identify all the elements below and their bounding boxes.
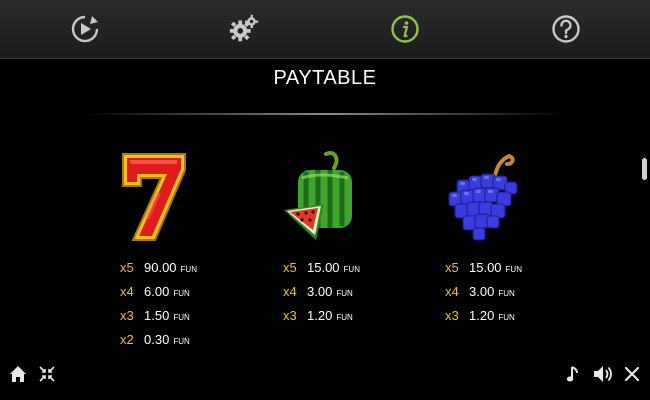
pay-row: x3 1.20 FUN [445,308,522,332]
currency: FUN [336,313,353,322]
pay-row: x5 15.00 FUN [283,260,360,284]
info-icon [391,15,419,43]
multiplier: x3 [283,308,297,323]
sound-button[interactable] [592,364,614,384]
page-title: PAYTABLE [273,67,377,89]
currency: FUN [343,265,360,274]
grapes-paylist: x5 15.00 FUN x4 3.00 FUN x3 1.20 FUN [445,260,522,332]
payout-amount: 1.50 [144,308,170,323]
currency: FUN [173,337,190,346]
collapse-button[interactable] [37,364,57,384]
multiplier: x4 [445,284,459,299]
currency: FUN [498,313,515,322]
collapse-icon [39,366,55,382]
autoplay-button[interactable] [69,13,101,45]
currency: FUN [180,265,197,274]
scrollbar-thumb[interactable] [642,158,647,180]
watermelon-symbol [280,148,360,249]
payout-amount: 90.00 [144,260,177,275]
pay-row: x4 3.00 FUN [445,284,522,308]
multiplier: x4 [120,284,134,299]
scrollbar[interactable] [642,150,647,350]
pay-row: x2 0.30 FUN [120,332,197,356]
grapes-symbol-icon [448,153,518,241]
multiplier: x3 [120,308,134,323]
close-button[interactable] [622,364,642,384]
pay-row: x5 15.00 FUN [445,260,522,284]
home-icon [10,366,26,382]
payout-amount: 6.00 [144,284,170,299]
pay-row: x3 1.20 FUN [283,308,360,332]
settings-icon [229,14,259,42]
payout-amount: 3.00 [307,284,333,299]
top-menu-bar [0,0,650,59]
watermelon-paylist: x5 15.00 FUN x4 3.00 FUN x3 1.20 FUN [283,260,360,332]
title-divider [85,113,565,115]
watermelon-symbol-icon [284,151,352,240]
pay-row: x4 6.00 FUN [120,284,197,308]
multiplier: x2 [120,332,134,347]
seven-paylist: x5 90.00 FUN x4 6.00 FUN x3 1.50 FUN x2 … [120,260,197,356]
pay-row: x4 3.00 FUN [283,284,360,308]
currency: FUN [173,289,190,298]
multiplier: x4 [283,284,297,299]
payout-amount: 3.00 [469,284,495,299]
info-button[interactable] [389,13,421,45]
currency: FUN [505,265,522,274]
help-icon [552,15,580,43]
seven-symbol-icon [122,153,186,241]
close-icon [624,366,640,382]
payout-amount: 1.20 [469,308,495,323]
home-button[interactable] [8,364,28,384]
autoplay-icon [71,15,99,43]
seven-symbol [115,148,191,251]
multiplier: x5 [445,260,459,275]
settings-button[interactable] [228,13,260,45]
help-button[interactable] [550,13,582,45]
multiplier: x5 [283,260,297,275]
multiplier: x3 [445,308,459,323]
music-button[interactable] [563,364,583,384]
currency: FUN [498,289,515,298]
pay-row: x5 90.00 FUN [120,260,197,284]
multiplier: x5 [120,260,134,275]
payout-amount: 1.20 [307,308,333,323]
sound-icon [594,366,612,382]
music-icon [566,366,578,382]
payout-amount: 15.00 [307,260,340,275]
currency: FUN [336,289,353,298]
payout-amount: 15.00 [469,260,502,275]
pay-row: x3 1.50 FUN [120,308,197,332]
payout-amount: 0.30 [144,332,170,347]
currency: FUN [173,313,190,322]
grapes-symbol [443,152,523,249]
